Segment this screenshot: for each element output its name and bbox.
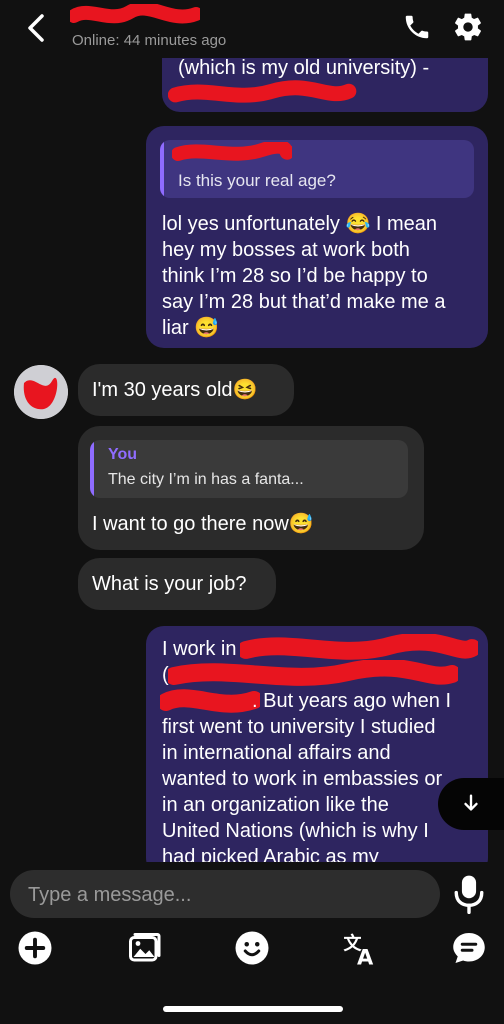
message-input[interactable] bbox=[26, 870, 430, 920]
quote-text: The city I’m in has a fanta... bbox=[108, 471, 304, 488]
online-status: Online: 44 minutes ago bbox=[72, 32, 227, 49]
message-outgoing[interactable]: Is this your real age? lol yes unfortuna… bbox=[146, 126, 488, 348]
redaction-mark bbox=[168, 80, 357, 103]
message-composer[interactable] bbox=[10, 870, 440, 920]
reply-quote[interactable]: Is this your real age? bbox=[160, 140, 474, 198]
message-text: (which is my old university) - bbox=[178, 58, 430, 79]
quote-accent-bar bbox=[160, 140, 164, 198]
message-incoming[interactable]: I'm 30 years old😆 bbox=[78, 364, 294, 416]
message-incoming[interactable]: You The city I’m in has a fanta... I wan… bbox=[78, 426, 424, 550]
quote-text: Is this your real age? bbox=[178, 171, 336, 190]
gear-icon[interactable] bbox=[452, 11, 484, 43]
reply-quote[interactable]: You The city I’m in has a fanta... bbox=[90, 440, 408, 498]
back-icon[interactable] bbox=[22, 12, 52, 44]
emoji-icon[interactable] bbox=[234, 930, 270, 966]
quote-author: You bbox=[108, 446, 138, 463]
message-outgoing[interactable]: I work in ( . But years ago when I first… bbox=[146, 626, 488, 862]
svg-text:A: A bbox=[357, 946, 374, 967]
home-indicator bbox=[163, 1006, 343, 1012]
message-text: I'm 30 years old😆 bbox=[92, 379, 258, 401]
quote-author-redacted bbox=[172, 142, 292, 161]
message-text-line3: . But years ago when I bbox=[252, 690, 452, 712]
quote-accent-bar bbox=[90, 440, 94, 498]
scroll-to-bottom-button[interactable] bbox=[438, 778, 504, 830]
quick-reply-icon[interactable] bbox=[451, 930, 487, 966]
message-text-line1: I work in bbox=[162, 638, 237, 660]
message-list[interactable]: (which is my old university) - Is this y… bbox=[0, 58, 504, 862]
translate-icon[interactable]: 文 A bbox=[342, 930, 378, 967]
message-text: I want to go there now😅 bbox=[92, 513, 314, 535]
message-outgoing[interactable]: (which is my old university) - bbox=[162, 58, 488, 112]
message-text: lol yes unfortunately 😂 I mean hey my bo… bbox=[162, 213, 446, 339]
phone-icon[interactable] bbox=[402, 12, 432, 42]
avatar[interactable] bbox=[14, 365, 68, 419]
message-text-rest: first went to university I studied in in… bbox=[162, 716, 443, 862]
arrow-down-icon bbox=[464, 794, 478, 811]
redaction-mark bbox=[160, 689, 260, 713]
message-incoming[interactable]: What is your job? bbox=[78, 558, 276, 610]
image-icon[interactable] bbox=[126, 930, 162, 966]
chat-header: Online: 44 minutes ago bbox=[0, 0, 504, 58]
message-text: What is your job? bbox=[92, 573, 247, 595]
mic-icon[interactable] bbox=[452, 874, 486, 914]
plus-icon[interactable] bbox=[17, 930, 53, 966]
contact-name-redacted[interactable] bbox=[70, 4, 200, 28]
